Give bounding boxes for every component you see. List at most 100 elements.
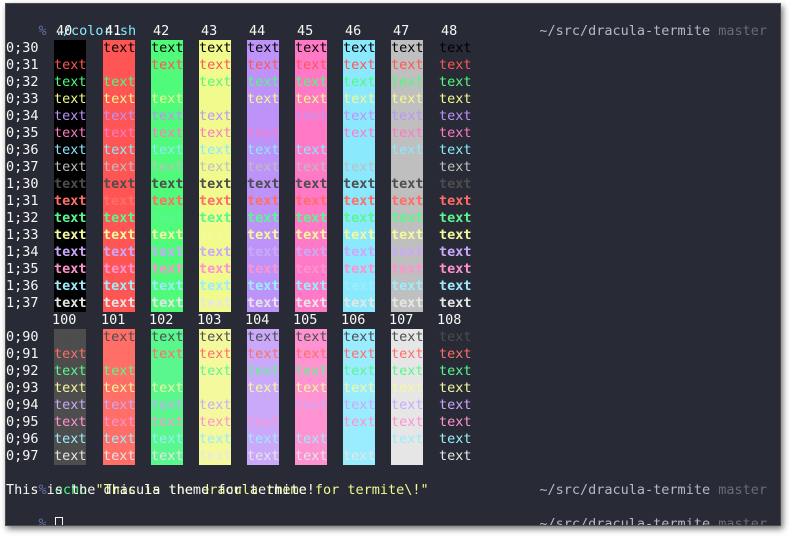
sample-text: text [151, 346, 184, 362]
sample-text: text [199, 142, 232, 158]
sample-text: text [343, 295, 376, 311]
color-code-label: 0;36 [6, 142, 39, 158]
sample-text: text [439, 193, 472, 209]
color-code-label: 1;36 [6, 278, 39, 294]
sample-text: text [247, 227, 280, 243]
terminal-window[interactable]: % ./color.sh ~/src/dracula-termite maste… [5, 3, 781, 526]
sample-text: text [54, 380, 87, 396]
sample-text: text [103, 91, 136, 107]
right-prompt-path: ~/src/dracula-termite [539, 23, 711, 39]
sample-text: text [439, 57, 472, 73]
sample-text: text [54, 74, 87, 90]
sample-text: text [54, 142, 87, 158]
sample-text: text [54, 159, 87, 175]
sample-text: text [439, 159, 472, 175]
sample-text: text [103, 227, 136, 243]
sample-text: text [295, 159, 328, 175]
sample-text: text [439, 329, 472, 345]
sample-text: text [439, 414, 472, 430]
sample-text: text [295, 431, 328, 447]
right-prompt-branch: master [718, 482, 767, 498]
sample-text: text [439, 261, 472, 277]
sample-text: text [391, 108, 424, 124]
sample-text: text [54, 244, 87, 260]
sample-text: text [54, 431, 87, 447]
sample-text: text [295, 448, 328, 464]
sample-text: text [54, 193, 87, 209]
sample-text: text [391, 329, 424, 345]
sample-text: text [151, 295, 184, 311]
sample-text: text [439, 108, 472, 124]
color-code-label: 1;37 [6, 295, 39, 311]
sample-text: text [295, 363, 328, 379]
sample-text: text [295, 380, 328, 396]
sample-text: text [247, 397, 280, 413]
sample-text: text [103, 125, 136, 141]
sample-text: text [439, 363, 472, 379]
sample-text: text [199, 278, 232, 294]
prompt-symbol: % [38, 23, 47, 39]
sample-text: text [54, 414, 87, 430]
sample-text: text [103, 193, 136, 209]
sample-text: text [343, 142, 376, 158]
sample-text: text [247, 261, 280, 277]
sample-text: text [247, 448, 280, 464]
sample-text: text [391, 295, 424, 311]
sample-text: text [199, 329, 232, 345]
sample-text: text [247, 125, 280, 141]
sample-text: text [54, 40, 87, 56]
sample-text: text [247, 210, 280, 226]
sample-text: text [343, 91, 376, 107]
right-prompt-path: ~/src/dracula-termite [539, 482, 711, 498]
sample-text: text [343, 380, 376, 396]
sample-text: text [103, 57, 136, 73]
sample-text: text [151, 142, 184, 158]
sample-text: text [151, 210, 184, 226]
color-code-label: 0;91 [6, 346, 39, 362]
sample-text: text [151, 227, 184, 243]
sample-text: text [343, 346, 376, 362]
sample-text: text [103, 40, 136, 56]
sample-text: text [54, 346, 87, 362]
color-code-label: 0;92 [6, 363, 39, 379]
sample-text: text [391, 261, 424, 277]
sample-text: text [54, 91, 87, 107]
sample-text: text [439, 40, 472, 56]
color-code-label: 1;34 [6, 244, 39, 260]
sample-text: text [391, 57, 424, 73]
sample-text: text [343, 329, 376, 345]
sample-text: text [199, 227, 232, 243]
column-header: 104 [245, 312, 270, 328]
sample-text: text [247, 346, 280, 362]
sample-text: text [103, 363, 136, 379]
prompt-line-final[interactable]: % [6, 499, 63, 525]
sample-text: text [151, 159, 184, 175]
sample-text: text [199, 40, 232, 56]
color-code-label: 1;31 [6, 193, 39, 209]
sample-text: text [103, 295, 136, 311]
sample-text: text [439, 346, 472, 362]
sample-text: text [343, 227, 376, 243]
sample-text: text [295, 125, 328, 141]
right-prompt-2: ~/src/dracula-termite master [507, 465, 767, 498]
column-header: 45 [297, 23, 314, 39]
sample-text: text [247, 363, 280, 379]
sample-text: text [151, 397, 184, 413]
sample-text: text [199, 363, 232, 379]
right-prompt-3: ~/src/dracula-termite master [507, 499, 767, 525]
sample-text: text [391, 431, 424, 447]
sample-text: text [295, 346, 328, 362]
sample-text: text [247, 431, 280, 447]
sample-text: text [391, 142, 424, 158]
prompt-line-1: % ./color.sh [6, 6, 137, 39]
sample-text: text [391, 244, 424, 260]
sample-text: text [151, 363, 184, 379]
sample-text: text [247, 159, 280, 175]
sample-text: text [103, 261, 136, 277]
sample-text: text [343, 448, 376, 464]
color-code-label: 0;31 [6, 57, 39, 73]
sample-text: text [295, 57, 328, 73]
sample-text: text [199, 210, 232, 226]
sample-text: text [391, 74, 424, 90]
sample-text: text [151, 40, 184, 56]
